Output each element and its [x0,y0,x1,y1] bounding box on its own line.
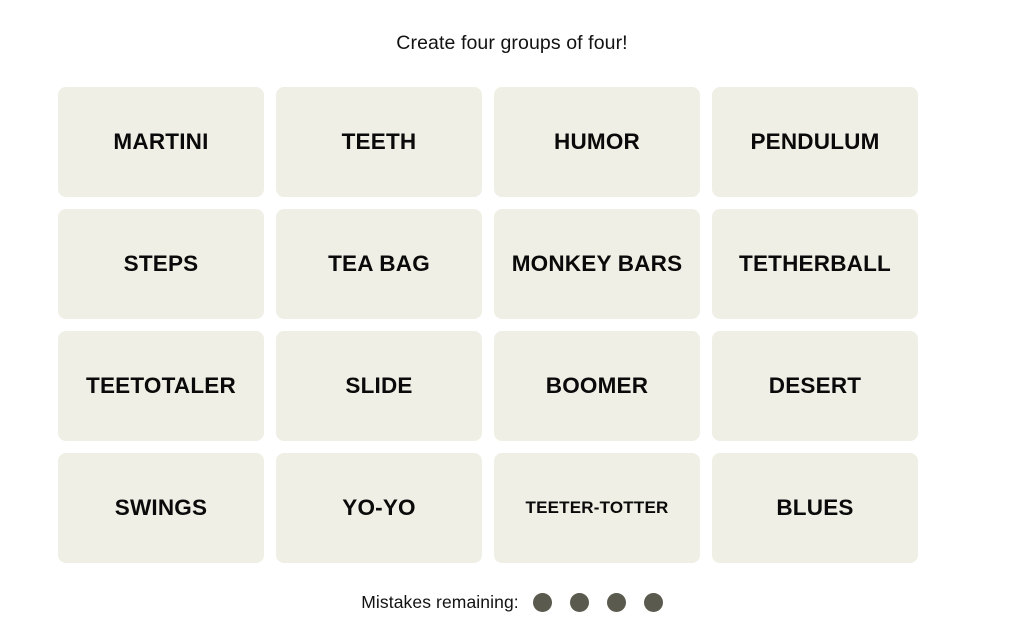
mistake-dot [643,592,663,612]
connections-game: Create four groups of four! MARTINI TEETH… [0,0,1024,626]
page-title: Create four groups of four! [396,32,628,54]
word-tile-label: SWINGS [114,494,208,520]
word-tile-label: MONKEY BARS [511,250,683,276]
word-tile[interactable]: BOOMER [494,331,700,441]
word-grid: MARTINI TEETH HUMOR PENDULUM STEPS TEA BAG MON… [58,87,918,563]
word-tile-label: YO-YO [342,494,416,520]
word-tile[interactable]: MONKEY BARS [494,209,700,319]
mistakes-remaining-row: Mistakes remaining: [0,590,1024,614]
word-tile[interactable]: SLIDE [276,331,482,441]
word-tile-label: HUMOR [554,128,640,154]
mistake-dots [532,592,663,612]
word-tile[interactable]: TEA BAG [276,209,482,319]
word-tile[interactable]: PENDULUM [712,87,918,197]
word-tile[interactable]: TEETH [276,87,482,197]
word-tile-label: STEPS [123,250,199,276]
word-tile[interactable]: SWINGS [58,453,264,563]
word-tile[interactable]: YO-YO [276,453,482,563]
mistakes-remaining-label: Mistakes remaining: [361,592,519,612]
word-tile-label: BOOMER [545,372,649,398]
word-tile-label: TEETER-TOTTER [525,497,669,517]
word-tile-label: PENDULUM [750,128,880,154]
word-tile[interactable]: BLUES [712,453,918,563]
word-tile[interactable]: MARTINI [58,87,264,197]
word-tile-label: SLIDE [345,372,413,398]
word-tile-label: DESERT [768,372,862,398]
word-tile-label: BLUES [776,494,854,520]
word-tile[interactable]: DESERT [712,331,918,441]
word-tile-label: TEETOTALER [86,372,236,398]
word-tile[interactable]: STEPS [58,209,264,319]
word-tile[interactable]: HUMOR [494,87,700,197]
word-tile-label: TEETH [341,128,417,154]
word-tile-label: MARTINI [113,128,209,154]
word-tile-label: TEA BAG [328,250,430,276]
mistake-dot [532,592,552,612]
word-tile[interactable]: TETHERBALL [712,209,918,319]
word-tile[interactable]: TEETOTALER [58,331,264,441]
mistake-dot [606,592,626,612]
word-tile[interactable]: TEETER-TOTTER [494,453,700,563]
word-tile-label: TETHERBALL [739,250,891,276]
mistake-dot [569,592,589,612]
